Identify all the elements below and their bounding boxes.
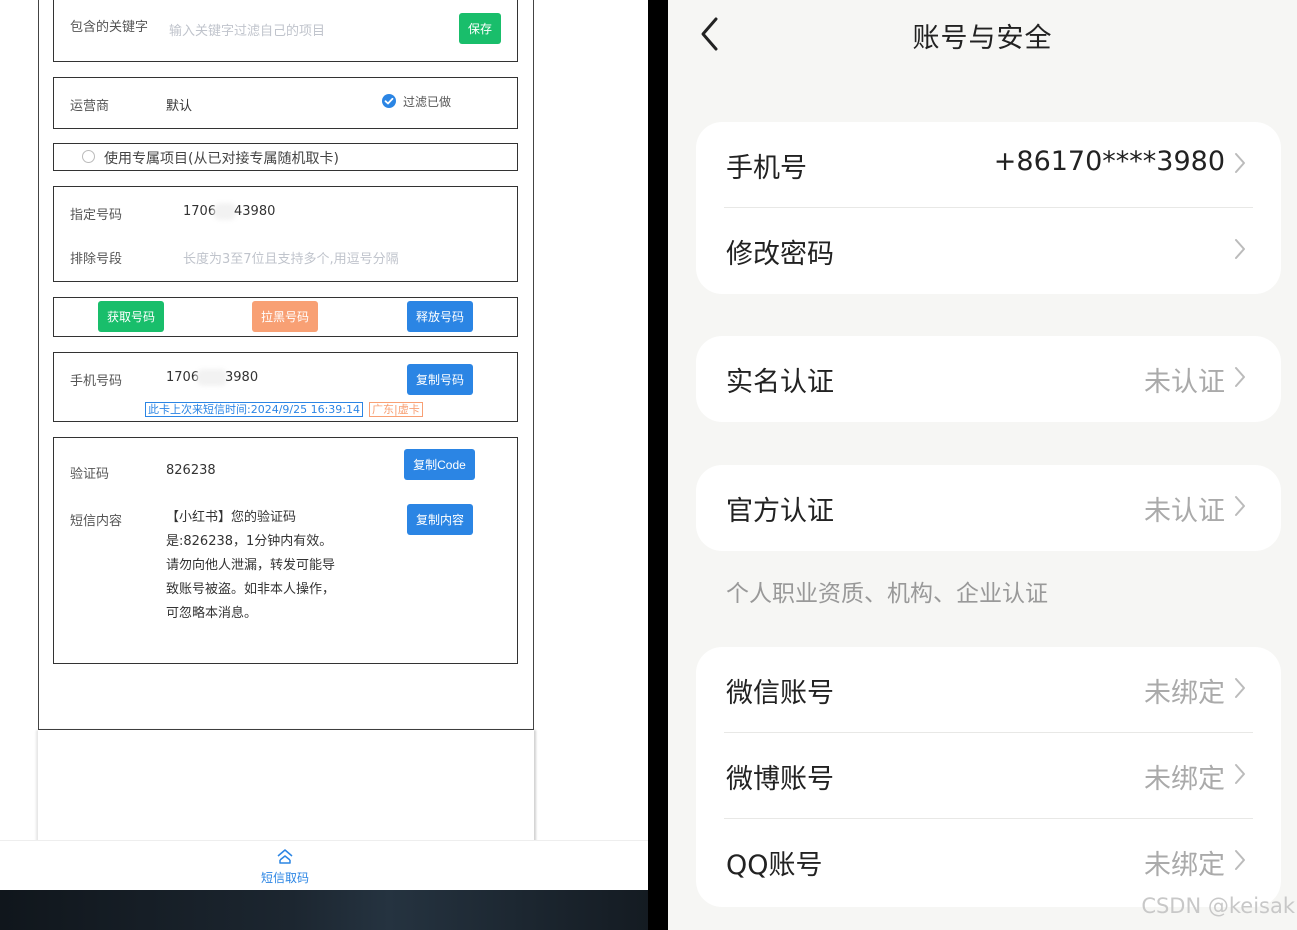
- exclusive-label: 使用专属项目(从已对接专属随机取卡): [104, 151, 339, 167]
- chevron-right-icon: [1235, 764, 1245, 784]
- checkbox-checked-icon[interactable]: [382, 94, 396, 108]
- region-tag: 广东|虚卡: [369, 402, 423, 417]
- save-button[interactable]: 保存: [459, 13, 501, 44]
- exclude-prefix-label: 排除号段: [70, 252, 123, 267]
- row-change-password[interactable]: 修改密码: [696, 208, 1281, 293]
- assigned-number-label: 指定号码: [70, 208, 123, 223]
- row-phone[interactable]: 手机号 +86170****3980: [696, 122, 1281, 207]
- bottom-tabbar: [0, 840, 648, 890]
- row-value: 未绑定: [1144, 764, 1225, 795]
- row-value: 未绑定: [1144, 850, 1225, 881]
- phone-label: 手机号码: [70, 374, 123, 389]
- home-icon[interactable]: [276, 847, 294, 865]
- chevron-right-icon: [1235, 496, 1245, 516]
- row-wechat[interactable]: 微信账号 未绑定: [696, 647, 1281, 732]
- assigned-number-start[interactable]: 1706: [183, 204, 216, 219]
- image-divider: [648, 0, 668, 930]
- row-value: 未认证: [1144, 496, 1225, 527]
- chevron-right-icon: [1235, 153, 1245, 173]
- chevron-right-icon: [1235, 367, 1245, 387]
- official-verification-note: 个人职业资质、机构、企业认证: [726, 581, 1048, 607]
- blacklist-number-button[interactable]: 拉黑号码: [252, 301, 318, 332]
- chevron-right-icon: [1235, 850, 1245, 870]
- real-name-card: 实名认证 未认证: [696, 336, 1281, 422]
- account-security-screen: 账号与安全 手机号 +86170****3980 修改密码 实名认证 未认证 官…: [668, 0, 1297, 930]
- panel-shadow: [38, 730, 534, 842]
- chevron-right-icon: [1235, 678, 1245, 698]
- row-label: 修改密码: [726, 239, 834, 270]
- phone-number-start: 1706: [166, 370, 200, 385]
- number-filter-box: [53, 186, 518, 282]
- row-label: 实名认证: [726, 367, 834, 398]
- exclude-prefix-input[interactable]: 长度为3至7位且支持多个,用逗号分隔: [183, 248, 399, 267]
- row-qq[interactable]: QQ账号 未绑定: [696, 819, 1281, 904]
- phone-password-card: 手机号 +86170****3980 修改密码: [696, 122, 1281, 294]
- phone-number-end: 3980: [225, 370, 259, 385]
- background-strip: [0, 890, 648, 930]
- carrier-label: 运营商: [70, 99, 110, 114]
- copy-code-button[interactable]: 复制Code: [404, 449, 475, 480]
- assigned-number-end[interactable]: 43980: [234, 204, 275, 219]
- sms-content-text: 【小红书】您的验证码是:826238，1分钟内有效。请勿向他人泄漏，转发可能导致…: [166, 510, 336, 621]
- row-value: 未认证: [1144, 367, 1225, 398]
- filter-done-label: 过滤已做: [403, 95, 452, 109]
- redaction-mask: [214, 203, 236, 220]
- csdn-watermark: CSDN @keisak: [1141, 894, 1295, 918]
- row-label: QQ账号: [726, 850, 823, 881]
- tab-sms-code[interactable]: 短信取码: [261, 869, 309, 886]
- code-label: 验证码: [70, 467, 110, 482]
- sms-content-label: 短信内容: [70, 514, 123, 529]
- radio-unchecked-icon[interactable]: [82, 150, 95, 163]
- last-sms-time-tag: 此卡上次来短信时间:2024/9/25 16:39:14: [145, 402, 364, 417]
- row-real-name[interactable]: 实名认证 未认证: [696, 336, 1281, 421]
- code-value: 826238: [166, 463, 216, 478]
- page-title: 账号与安全: [912, 23, 1053, 54]
- sms-code-panel: 包含的关键字 输入关键字过滤自己的项目 保存 运营商 默认 过滤已做 使用专属项…: [0, 0, 648, 930]
- row-official-verification[interactable]: 官方认证 未认证: [696, 465, 1281, 550]
- row-label: 微博账号: [726, 764, 834, 795]
- row-value: +86170****3980: [993, 146, 1225, 177]
- copy-content-button[interactable]: 复制内容: [407, 504, 473, 535]
- carrier-select[interactable]: 默认: [166, 95, 192, 114]
- row-weibo[interactable]: 微博账号 未绑定: [696, 733, 1281, 818]
- social-accounts-card: 微信账号 未绑定 微博账号 未绑定 QQ账号 未绑定: [696, 647, 1281, 907]
- copy-number-button[interactable]: 复制号码: [407, 364, 473, 395]
- chevron-right-icon: [1235, 239, 1245, 259]
- keyword-label: 包含的关键字: [70, 20, 149, 35]
- release-number-button[interactable]: 释放号码: [407, 301, 473, 332]
- row-value: 未绑定: [1144, 678, 1225, 709]
- keyword-input[interactable]: 输入关键字过滤自己的项目: [169, 20, 325, 39]
- redaction-mask: [197, 369, 227, 386]
- get-number-button[interactable]: 获取号码: [98, 301, 164, 332]
- row-label: 手机号: [726, 153, 807, 184]
- official-verification-card: 官方认证 未认证: [696, 465, 1281, 551]
- row-label: 微信账号: [726, 678, 834, 709]
- row-label: 官方认证: [726, 496, 834, 527]
